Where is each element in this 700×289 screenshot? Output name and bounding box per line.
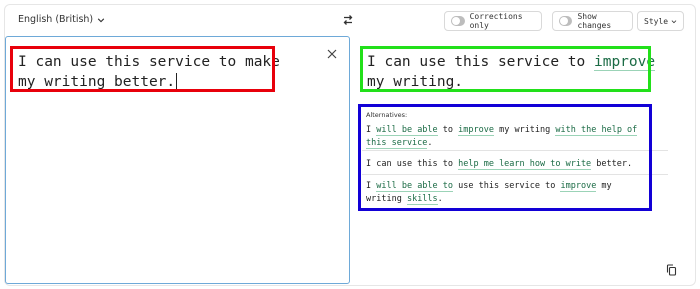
show-changes-toggle[interactable]: Show changes xyxy=(552,11,633,31)
language-label: English (British) xyxy=(18,14,94,25)
toggle-switch-icon xyxy=(559,16,573,26)
copy-icon[interactable] xyxy=(666,264,677,276)
close-icon[interactable] xyxy=(327,49,337,59)
chevron-down-icon xyxy=(97,17,105,22)
highlight-box-blue xyxy=(358,104,652,211)
highlight-box-green xyxy=(360,46,651,92)
corrections-only-label: Corrections only xyxy=(469,12,523,30)
language-select[interactable]: English (British) xyxy=(18,14,105,25)
toggle-switch-icon xyxy=(451,16,465,26)
style-label: Style xyxy=(644,16,669,26)
chevron-down-icon xyxy=(671,19,677,23)
style-dropdown[interactable]: Style xyxy=(637,11,684,31)
highlight-box-red xyxy=(10,46,275,92)
show-changes-label: Show changes xyxy=(577,12,612,30)
toolbar: English (British) Corrections only Show … xyxy=(0,0,700,36)
corrections-only-toggle[interactable]: Corrections only xyxy=(444,11,542,31)
swap-icon[interactable] xyxy=(342,14,354,26)
